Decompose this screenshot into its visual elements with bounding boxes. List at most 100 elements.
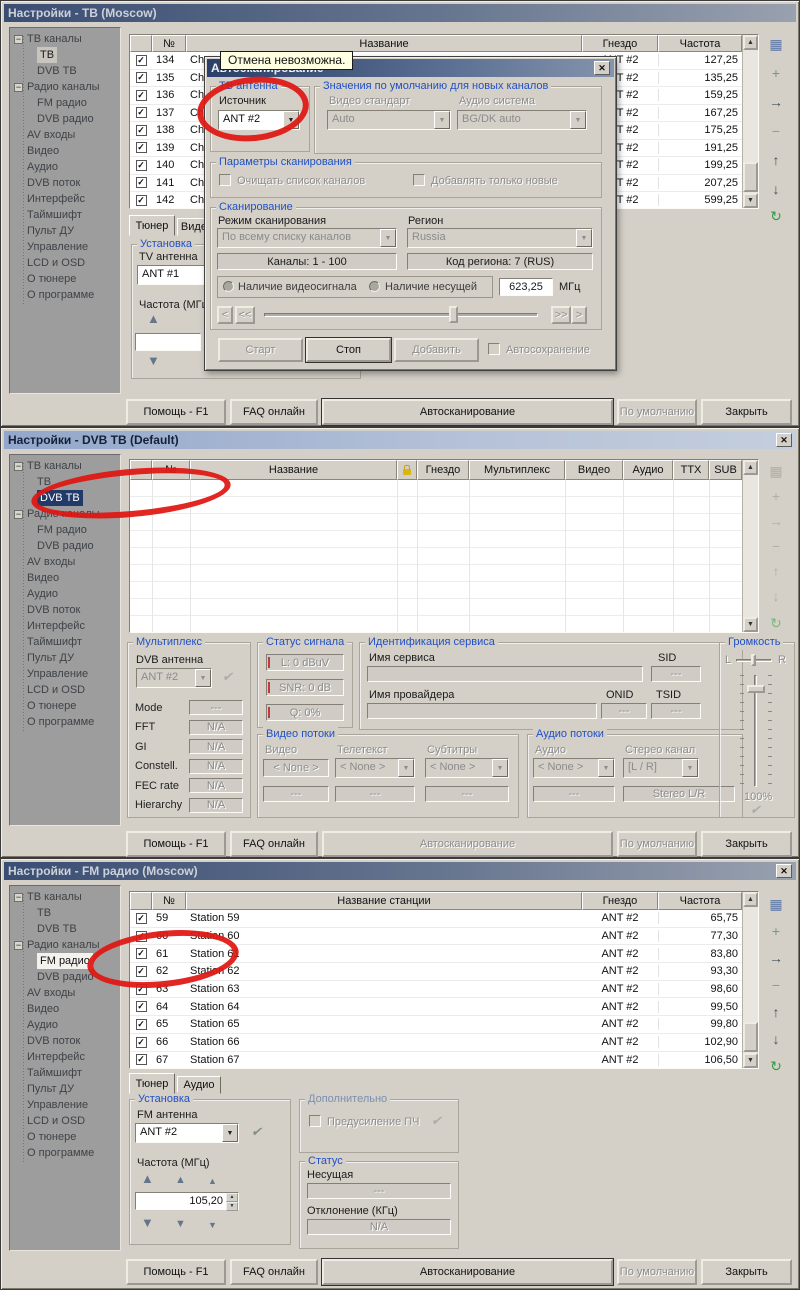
sidebar-item[interactable]: − Управление	[10, 239, 120, 255]
station-enabled-checkbox[interactable]: ✓	[136, 1001, 147, 1012]
sidebar-item[interactable]: − ТВ	[10, 47, 120, 63]
step-forward-button[interactable]: >	[571, 306, 587, 324]
sidebar-item[interactable]: − DVB поток	[10, 175, 120, 191]
move-down-icon[interactable]: ↓	[764, 1031, 788, 1047]
sidebar-item[interactable]: − О тюнере	[10, 1129, 120, 1145]
table-scrollbar[interactable]: ▲ ▼	[742, 892, 758, 1068]
sidebar-item[interactable]: − Аудио	[10, 159, 120, 175]
spin-up-icon[interactable]: ▲	[226, 1193, 238, 1202]
station-enabled-checkbox[interactable]: ✓	[136, 1037, 147, 1048]
tree-collapse-icon[interactable]: −	[14, 462, 23, 471]
close-window-icon[interactable]: ✕	[776, 864, 792, 878]
titlebar-fm[interactable]: Настройки - FM радио (Moscow) ✕	[4, 862, 796, 880]
channel-grid-icon[interactable]: ▦	[764, 896, 788, 912]
add-channel-icon[interactable]: +	[764, 65, 788, 81]
move-down-icon[interactable]: ↓	[764, 588, 788, 604]
sidebar-item[interactable]: − Видео	[10, 570, 120, 586]
sidebar-item[interactable]: − ТВ	[10, 905, 120, 921]
fine-up-icon[interactable]: ▲	[208, 1175, 217, 1187]
rescan-icon[interactable]: ↻	[764, 208, 788, 224]
col-check[interactable]	[130, 35, 152, 52]
close-window-icon[interactable]: ✕	[776, 433, 792, 447]
close-button[interactable]: Закрыть	[701, 831, 792, 857]
col-video[interactable]: Видео	[565, 460, 623, 480]
fm-frequency-input[interactable]: 105,20 ▲ ▼	[135, 1192, 239, 1210]
defaults-button[interactable]: По умолчанию	[617, 831, 697, 857]
coarse-up-icon[interactable]: ▲	[147, 313, 160, 325]
rescan-icon[interactable]: ↻	[764, 615, 788, 631]
service-name-input[interactable]	[367, 666, 643, 682]
help-button[interactable]: Помощь - F1	[126, 399, 226, 425]
balance-thumb[interactable]	[751, 654, 756, 666]
sidebar-item[interactable]: − DVB ТВ	[10, 63, 120, 79]
scroll-up-icon[interactable]: ▲	[743, 35, 758, 50]
col-check[interactable]	[130, 892, 152, 910]
channel-enabled-checkbox[interactable]: ✓	[136, 125, 147, 136]
channel-enabled-checkbox[interactable]: ✓	[136, 72, 147, 83]
page-back-button[interactable]: <<	[235, 306, 255, 324]
coarse-down-icon[interactable]: ▼	[147, 355, 160, 367]
col-frequency[interactable]: Частота	[658, 892, 742, 910]
sidebar-item[interactable]: − Пульт ДУ	[10, 650, 120, 666]
sidebar-item[interactable]: − О программе	[10, 714, 120, 730]
col-sub[interactable]: SUB	[709, 460, 742, 480]
close-button[interactable]: Закрыть	[701, 1259, 792, 1285]
sidebar-item[interactable]: − AV входы	[10, 985, 120, 1001]
defaults-button[interactable]: По умолчанию	[617, 399, 697, 425]
tab-tuner[interactable]: Тюнер	[129, 215, 175, 236]
table-scrollbar[interactable]: ▲ ▼	[742, 460, 758, 632]
sidebar-item[interactable]: − LCD и OSD	[10, 682, 120, 698]
channel-grid-icon[interactable]: ▦	[764, 36, 788, 52]
scroll-up-icon[interactable]: ▲	[743, 892, 758, 907]
tab-tuner[interactable]: Тюнер	[129, 1073, 175, 1094]
video-signal-radio[interactable]	[223, 281, 234, 292]
scroll-down-icon[interactable]: ▼	[743, 1053, 758, 1068]
station-row[interactable]: ✓ 66 Station 66 ANT #2 102,90	[130, 1034, 742, 1052]
spin-down-icon[interactable]: ▼	[226, 1202, 238, 1211]
fm-antenna-combo[interactable]: ANT #2 ▼	[135, 1123, 239, 1143]
sidebar-item[interactable]: − LCD и OSD	[10, 1113, 120, 1129]
scroll-down-icon[interactable]: ▼	[743, 617, 758, 632]
medium-down-icon[interactable]: ▼	[175, 1218, 186, 1230]
sidebar-item[interactable]: − Интерфейс	[10, 1049, 120, 1065]
channel-enabled-checkbox[interactable]: ✓	[136, 55, 147, 66]
station-enabled-checkbox[interactable]: ✓	[136, 913, 147, 924]
coarse-up-icon[interactable]: ▲	[141, 1173, 154, 1185]
autoscan-button[interactable]: Автосканирование	[322, 1259, 613, 1285]
move-up-icon[interactable]: ↑	[764, 152, 788, 168]
sidebar-item[interactable]: − Управление	[10, 666, 120, 682]
sidebar-item[interactable]: − Видео	[10, 1001, 120, 1017]
dialog-close-icon[interactable]: ✕	[594, 61, 610, 75]
sidebar-item[interactable]: − Пульт ДУ	[10, 1081, 120, 1097]
scroll-up-icon[interactable]: ▲	[743, 460, 758, 475]
sidebar-item[interactable]: − О программе	[10, 287, 120, 303]
col-frequency[interactable]: Частота	[658, 35, 742, 52]
faq-button[interactable]: FAQ онлайн	[230, 399, 318, 425]
col-audio[interactable]: Аудио	[623, 460, 673, 480]
tree-collapse-icon[interactable]: −	[14, 35, 23, 44]
insert-channel-icon[interactable]: →	[764, 513, 788, 529]
sidebar-item[interactable]: − Видео	[10, 143, 120, 159]
remove-channel-icon[interactable]: −	[764, 123, 788, 139]
help-button[interactable]: Помощь - F1	[126, 831, 226, 857]
sidebar-item[interactable]: − DVB радио	[10, 111, 120, 127]
tree-collapse-icon[interactable]: −	[14, 510, 23, 519]
coarse-down-icon[interactable]: ▼	[141, 1217, 154, 1229]
scrollbar-thumb[interactable]	[743, 162, 758, 192]
sidebar-item[interactable]: − LCD и OSD	[10, 255, 120, 271]
rescan-icon[interactable]: ↻	[764, 1058, 788, 1074]
tv-frequency-input[interactable]	[135, 333, 201, 351]
station-row[interactable]: ✓ 63 Station 63 ANT #2 98,60	[130, 981, 742, 999]
channel-enabled-checkbox[interactable]: ✓	[136, 177, 147, 188]
insert-channel-icon[interactable]: →	[764, 950, 788, 966]
add-channel-icon[interactable]: +	[764, 488, 788, 504]
volume-apply-icon[interactable]: ✔	[750, 803, 761, 816]
col-scrambled[interactable]	[397, 460, 417, 480]
col-name[interactable]: Название станции	[186, 892, 582, 910]
col-multiplex[interactable]: Мультиплекс	[469, 460, 565, 480]
col-socket[interactable]: Гнездо	[582, 892, 658, 910]
sidebar-item[interactable]: − DVB поток	[10, 602, 120, 618]
col-number[interactable]: №	[152, 892, 186, 910]
volume-thumb[interactable]	[747, 685, 765, 693]
station-row[interactable]: ✓ 67 Station 67 ANT #2 106,50	[130, 1052, 742, 1069]
